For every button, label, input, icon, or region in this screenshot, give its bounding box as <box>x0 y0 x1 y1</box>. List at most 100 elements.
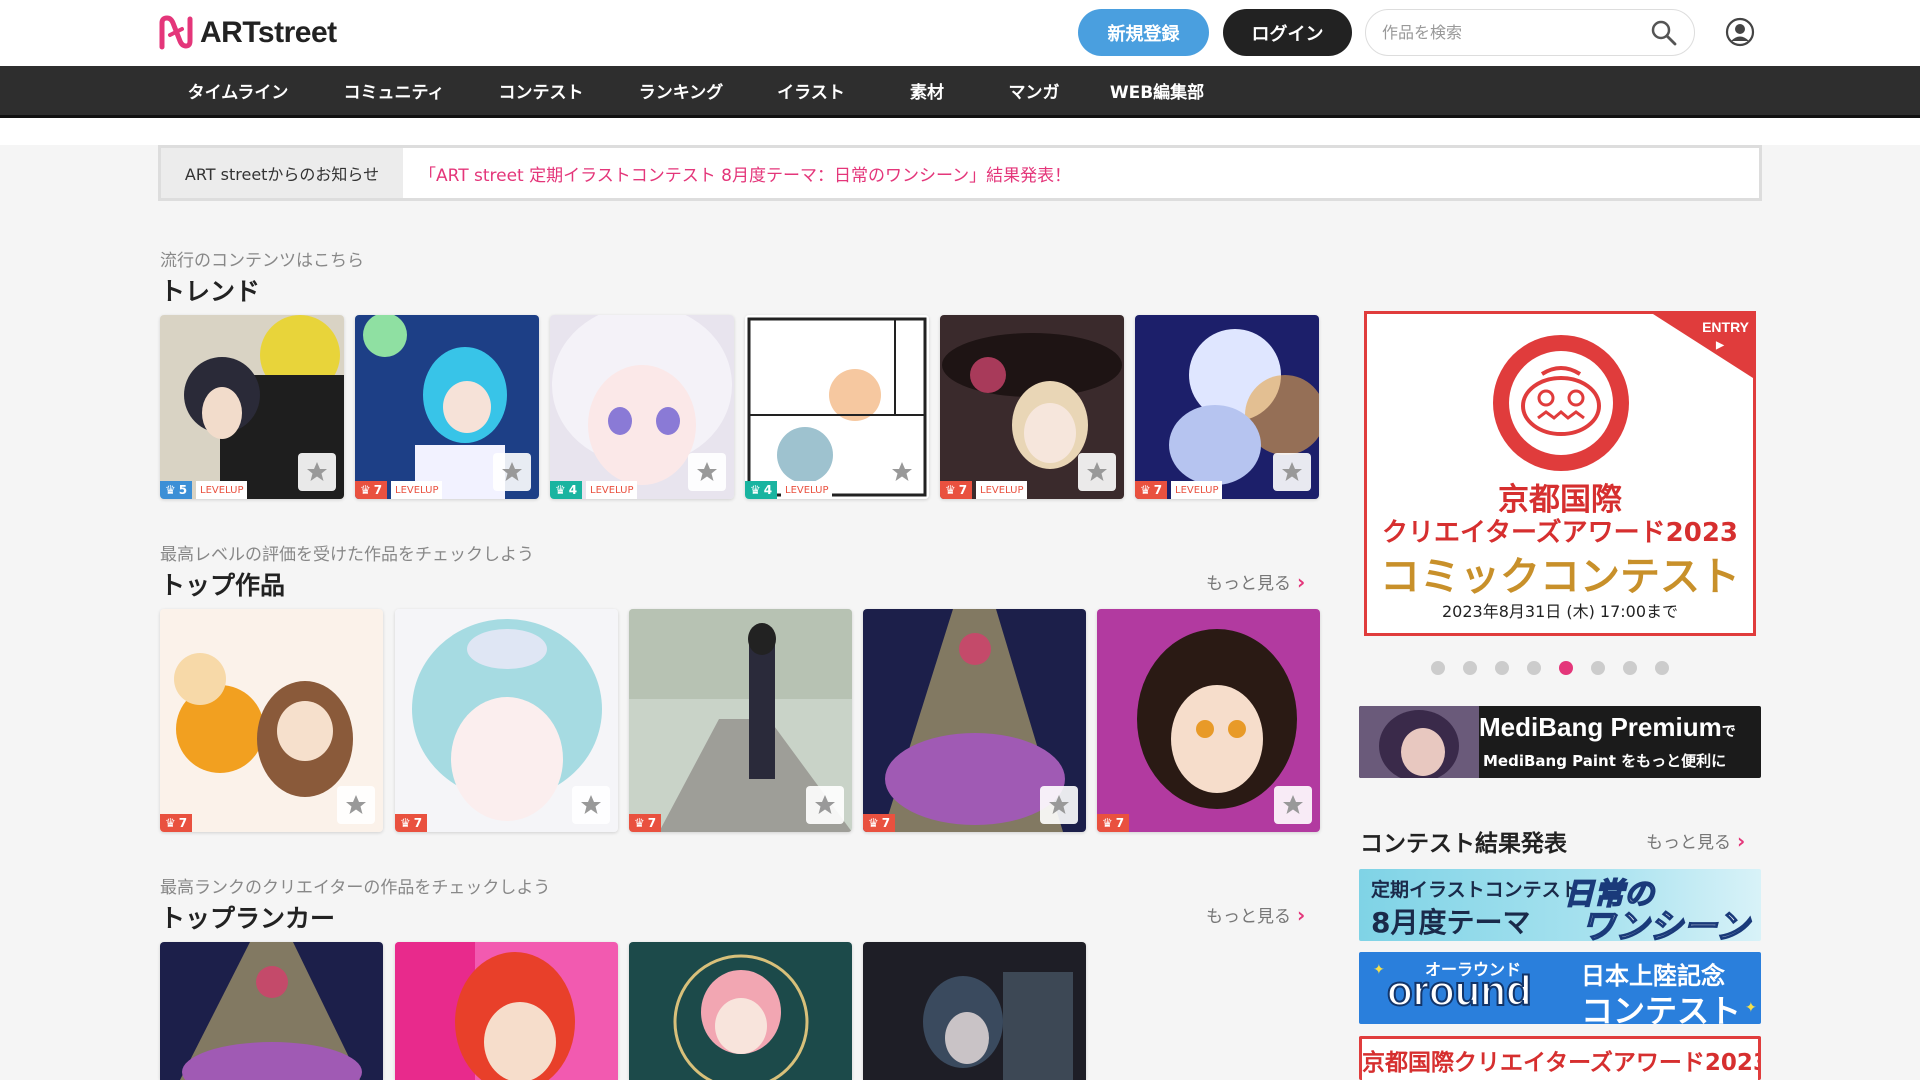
level-up-tag: LEVELUP <box>1171 481 1223 499</box>
rank-badge: ♛ 7 <box>1135 481 1168 499</box>
contest-results-more-link[interactable]: もっと見る › <box>1646 828 1745 854</box>
favorite-star-icon[interactable] <box>337 786 375 824</box>
medibang-premium-ad[interactable]: MediBang Premiumで MediBang Paint をもっと便利に <box>1359 706 1761 778</box>
top-ranker-card[interactable] <box>160 942 383 1080</box>
trend-card[interactable]: ♛ 7 LEVELUP <box>940 315 1124 499</box>
favorite-star-icon[interactable] <box>493 453 531 491</box>
contest-banner-text: 定期イラストコンテスト <box>1371 879 1580 901</box>
rank-badge: ♛ 7 <box>160 814 193 832</box>
nav-illust[interactable]: イラスト <box>752 66 870 115</box>
rank-badge: ♛ 7 <box>863 814 896 832</box>
rank-badge: ♛ 7 <box>1097 814 1130 832</box>
notice-bar: ART streetからのお知らせ 「ART street 定期イラストコンテス… <box>158 145 1762 201</box>
top-work-card[interactable]: ♛ 7 <box>863 609 1086 832</box>
nav-timeline[interactable]: タイムライン <box>160 66 316 115</box>
favorite-star-icon[interactable] <box>298 453 336 491</box>
entry-label: ENTRY ▶ <box>1702 319 1749 351</box>
top-ranker-card[interactable] <box>629 942 852 1080</box>
login-button[interactable]: ログイン <box>1223 9 1352 56</box>
artwork-thumbnail <box>629 942 852 1080</box>
level-up-tag: LEVELUP <box>976 481 1028 499</box>
favorite-star-icon[interactable] <box>1273 453 1311 491</box>
rank-badge: ♛ 7 <box>355 481 388 499</box>
logo-text: ARTstreet <box>200 16 337 49</box>
contest-banner-text: oround <box>1386 967 1533 1014</box>
favorite-star-icon[interactable] <box>688 453 726 491</box>
contest-banner-kyoto[interactable]: 京都国際クリエイターズアワード2023 <box>1359 1036 1761 1080</box>
carousel-dots <box>1431 661 1669 675</box>
nav-web-editorial[interactable]: WEB編集部 <box>1084 66 1230 115</box>
nav-community[interactable]: コミュニティ <box>316 66 472 115</box>
trend-card[interactable]: ♛ 7 LEVELUP <box>355 315 539 499</box>
chevron-right-icon: › <box>1297 902 1306 927</box>
top-work-card[interactable]: ♛ 7 <box>160 609 383 832</box>
site-logo[interactable]: ARTstreet <box>158 14 337 52</box>
artwork-thumbnail <box>395 942 618 1080</box>
nav-ranking[interactable]: ランキング <box>610 66 752 115</box>
user-account-icon[interactable] <box>1725 17 1755 47</box>
carousel-dot-active[interactable] <box>1559 661 1573 675</box>
contest-banner-text: 京都国際クリエイターズアワード2023 <box>1362 1050 1761 1076</box>
contest-results-title: コンテスト結果発表 <box>1360 831 1567 857</box>
nav-material[interactable]: 素材 <box>870 66 984 115</box>
notice-label: ART streetからのお知らせ <box>161 148 403 198</box>
sparkle-icon: ✦ <box>1373 962 1385 978</box>
trend-subtitle: 流行のコンテンツはこちら <box>160 251 364 271</box>
trend-card[interactable]: ♛ 5 LEVELUP <box>160 315 344 499</box>
contest-banner-oround[interactable]: オーラウンド oround 日本上陸記念 コンテスト ✦ ✦ <box>1359 952 1761 1024</box>
favorite-star-icon[interactable] <box>883 453 921 491</box>
ad-subline: MediBang Paint をもっと便利に <box>1483 752 1727 770</box>
favorite-star-icon[interactable] <box>1078 453 1116 491</box>
banner-line-3: コミックコンテスト <box>1380 554 1740 600</box>
carousel-dot[interactable] <box>1495 661 1509 675</box>
award-emblem-icon <box>1493 335 1629 471</box>
top-rankers-more-link[interactable]: もっと見る › <box>1206 902 1306 928</box>
rank-badge: ♛ 4 <box>550 481 583 499</box>
level-up-tag: LEVELUP <box>586 481 638 499</box>
rank-badge: ♛ 5 <box>160 481 193 499</box>
top-works-more-link[interactable]: もっと見る › <box>1206 569 1306 595</box>
trend-card[interactable]: ♛ 4 LEVELUP <box>550 315 734 499</box>
top-ranker-card[interactable] <box>863 942 1086 1080</box>
favorite-star-icon[interactable] <box>1040 786 1078 824</box>
contest-banner-august[interactable]: 定期イラストコンテスト 8月度テーマ 日常の ワンシーン <box>1359 869 1761 941</box>
top-works-subtitle: 最高レベルの評価を受けた作品をチェックしよう <box>160 545 534 565</box>
notice-link[interactable]: 「ART street 定期イラストコンテスト 8月度テーマ：日常のワンシーン」… <box>403 148 1759 198</box>
level-up-tag: LEVELUP <box>391 481 443 499</box>
carousel-dot[interactable] <box>1623 661 1637 675</box>
ad-artwork <box>1359 706 1479 778</box>
sparkle-icon: ✦ <box>1745 1000 1757 1016</box>
rank-badge: ♛ 7 <box>629 814 662 832</box>
search-icon[interactable] <box>1650 19 1678 47</box>
favorite-star-icon[interactable] <box>572 786 610 824</box>
trend-card[interactable]: ♛ 7 LEVELUP <box>1135 315 1319 499</box>
top-ranker-card[interactable] <box>395 942 618 1080</box>
nav-manga[interactable]: マンガ <box>984 66 1084 115</box>
main-nav: タイムライン コミュニティ コンテスト ランキング イラスト 素材 マンガ WE… <box>0 66 1920 118</box>
nav-spacer <box>0 118 1920 145</box>
carousel-dot[interactable] <box>1463 661 1477 675</box>
more-label: もっと見る <box>1646 833 1731 853</box>
contest-banner-text: ワンシーン <box>1580 906 1750 941</box>
top-rankers-subtitle: 最高ランクのクリエイターの作品をチェックしよう <box>160 878 551 898</box>
rank-badge: ♛ 7 <box>395 814 428 832</box>
favorite-star-icon[interactable] <box>1274 786 1312 824</box>
trend-title: トレンド <box>160 277 261 306</box>
more-label: もっと見る <box>1206 907 1291 927</box>
trend-card[interactable]: ♛ 4 LEVELUP <box>745 315 929 499</box>
top-work-card[interactable]: ♛ 7 <box>395 609 618 832</box>
search-input[interactable] <box>1382 23 1650 42</box>
top-work-card[interactable]: ♛ 7 <box>1097 609 1320 832</box>
more-label: もっと見る <box>1206 574 1291 594</box>
favorite-star-icon[interactable] <box>806 786 844 824</box>
signup-button[interactable]: 新規登録 <box>1078 9 1209 56</box>
artwork-thumbnail <box>863 942 1086 1080</box>
chevron-right-icon: › <box>1297 569 1306 594</box>
carousel-dot[interactable] <box>1655 661 1669 675</box>
carousel-dot[interactable] <box>1527 661 1541 675</box>
nav-contest[interactable]: コンテスト <box>472 66 610 115</box>
carousel-dot[interactable] <box>1431 661 1445 675</box>
carousel-dot[interactable] <box>1591 661 1605 675</box>
top-work-card[interactable]: ♛ 7 <box>629 609 852 832</box>
kyoto-award-banner[interactable]: ENTRY ▶ 京都国際 クリエイターズアワード2023 コミックコンテスト 20… <box>1364 311 1756 636</box>
